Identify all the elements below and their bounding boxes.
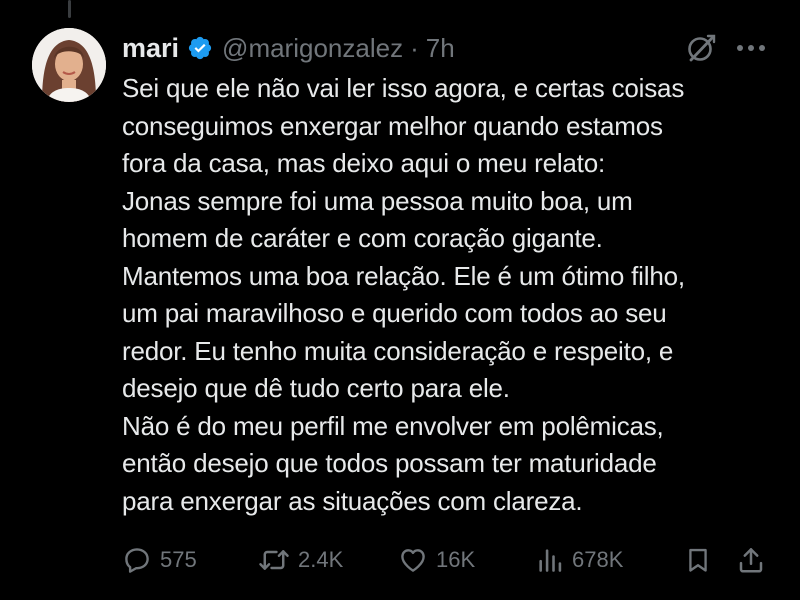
repost-icon xyxy=(258,545,290,575)
tweet-text-line: Sei que ele não vai ler isso agora, e ce… xyxy=(122,73,685,103)
tweet-text: Sei que ele não vai ler isso agora, e ce… xyxy=(122,70,782,520)
tweet-text-line: Jonas sempre foi uma pessoa muito boa, u… xyxy=(122,185,633,216)
tweet-text-line: Não é do meu perfil me envolver em polêm… xyxy=(122,410,664,441)
tweet-text-line: homem de caráter e com coração gigante. xyxy=(122,223,603,253)
share-icon xyxy=(736,545,766,575)
tweet-text-line: fora da casa, mas deixo aqui o meu relat… xyxy=(122,148,605,178)
tweet-text-line: Mantemos uma boa relação. Ele é um ótimo… xyxy=(122,260,685,291)
reply-count: 575 xyxy=(160,547,197,572)
more-icon[interactable] xyxy=(734,33,768,63)
repost-count: 2.4K xyxy=(298,547,344,572)
verified-badge-icon xyxy=(187,35,213,61)
reply-button[interactable]: 575 xyxy=(122,538,197,582)
heart-icon xyxy=(398,545,428,575)
bookmark-button[interactable] xyxy=(684,538,712,582)
avatar[interactable] xyxy=(32,28,106,102)
repost-button[interactable]: 2.4K xyxy=(258,538,343,582)
views-count: 678K xyxy=(572,547,624,572)
avatar-image xyxy=(32,28,106,102)
user-handle[interactable]: @marigonzalez xyxy=(222,33,403,64)
grok-icon[interactable] xyxy=(686,33,716,63)
views-icon xyxy=(536,545,564,575)
action-bar: 575 2.4K 16K 678K xyxy=(0,538,800,582)
separator-dot: · xyxy=(410,32,419,63)
tweet-text-line: um pai maravilhoso e querido com todos a… xyxy=(122,298,667,328)
like-button[interactable]: 16K xyxy=(398,538,475,582)
display-name[interactable]: mari xyxy=(122,33,179,64)
bookmark-icon xyxy=(684,545,712,575)
tweet-text-line: desejo que dê tudo certo para ele. xyxy=(122,373,510,403)
thread-connector-line xyxy=(68,0,71,18)
reply-icon xyxy=(122,545,152,575)
tweet-text-line: conseguimos enxergar melhor quando estam… xyxy=(122,110,663,141)
views-button[interactable]: 678K xyxy=(536,538,623,582)
tweet-text-line: então desejo que todos possam ter maturi… xyxy=(122,448,657,478)
tweet-text-line: para enxergar as situações com clareza. xyxy=(122,485,583,516)
tweet-text-line: redor. Eu tenho muita consideração e res… xyxy=(122,335,674,366)
tweet-header: mari @marigonzalez · 7h xyxy=(122,30,455,66)
timestamp[interactable]: 7h xyxy=(426,33,455,64)
share-button[interactable] xyxy=(736,538,766,582)
like-count: 16K xyxy=(436,547,476,572)
